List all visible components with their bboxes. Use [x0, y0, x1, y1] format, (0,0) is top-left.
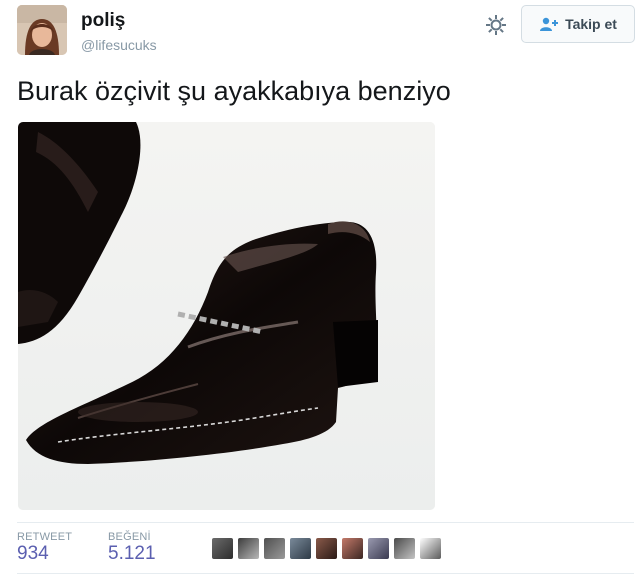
stats-divider-top: [17, 522, 634, 523]
user-handle[interactable]: @lifesucuks: [81, 37, 157, 53]
shoe-photo: [18, 122, 435, 510]
like-label: BEĞENİ: [108, 531, 151, 543]
add-user-icon: [540, 17, 559, 31]
liker-avatar[interactable]: [316, 538, 337, 559]
tweet-text: Burak özçivit şu ayakkabıya benziyo: [17, 76, 451, 106]
liker-avatar[interactable]: [368, 538, 389, 559]
liker-avatar[interactable]: [238, 538, 259, 559]
stats-divider-bottom: [17, 573, 634, 574]
display-name[interactable]: poliş: [81, 10, 125, 32]
follow-button-label: Takip et: [565, 16, 617, 32]
likers-avatars: [212, 538, 441, 559]
user-avatar[interactable]: [17, 5, 67, 55]
gear-icon[interactable]: [484, 13, 508, 37]
tweet-photo[interactable]: [18, 122, 435, 510]
liker-avatar[interactable]: [420, 538, 441, 559]
liker-avatar[interactable]: [290, 538, 311, 559]
retweet-label: RETWEET: [17, 531, 73, 543]
retweet-count[interactable]: 934: [17, 543, 49, 565]
follow-button[interactable]: Takip et: [521, 5, 635, 43]
liker-avatar[interactable]: [212, 538, 233, 559]
liker-avatar[interactable]: [264, 538, 285, 559]
liker-avatar[interactable]: [342, 538, 363, 559]
liker-avatar[interactable]: [394, 538, 415, 559]
like-count[interactable]: 5.121: [108, 543, 156, 565]
avatar-image: [17, 5, 67, 55]
